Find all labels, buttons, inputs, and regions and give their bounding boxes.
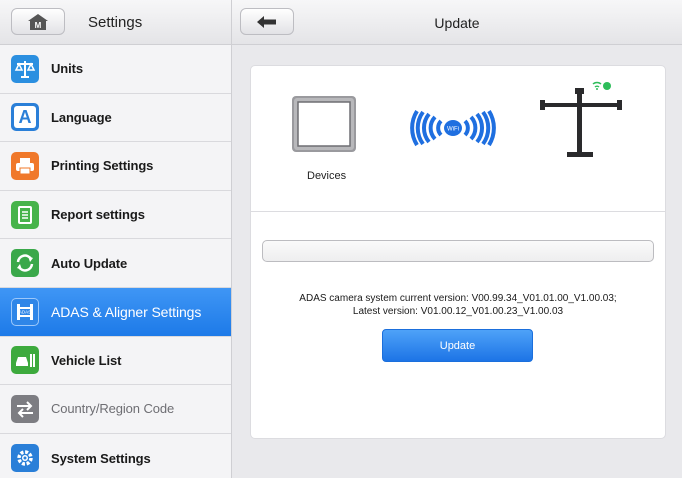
scale-icon [11, 54, 39, 83]
settings-sidebar: Units A Language Printing Settings Repor [0, 45, 232, 478]
adas-icon: ADAS [11, 297, 39, 326]
sidebar-item-auto-update[interactable]: Auto Update [0, 239, 231, 288]
tablet-device-icon [292, 96, 356, 152]
calibration-target-icon [540, 81, 622, 157]
letter-a-icon: A [11, 103, 39, 132]
sidebar-item-label: Vehicle List [51, 352, 122, 368]
sidebar-item-label: System Settings [51, 450, 151, 466]
gear-icon [11, 444, 39, 473]
update-progress-bar [262, 240, 654, 262]
divider [251, 211, 665, 212]
sidebar-item-label: Report settings [51, 207, 145, 223]
sidebar-item-label: Units [51, 61, 84, 77]
update-card: WiFi Devices ADAS camera system current … [250, 65, 666, 439]
sidebar-item-label: Country/Region Code [51, 401, 175, 417]
vehicle-list-icon [11, 346, 39, 375]
sidebar-item-language[interactable]: A Language [0, 93, 231, 143]
printer-icon [11, 151, 39, 180]
sidebar-item-printing-settings[interactable]: Printing Settings [0, 142, 231, 191]
svg-text:ADAS: ADAS [19, 309, 31, 314]
sidebar-item-report-settings[interactable]: Report settings [0, 190, 231, 240]
settings-title: Settings [88, 14, 143, 31]
svg-text:M: M [35, 21, 42, 30]
swap-arrows-icon [11, 394, 39, 423]
home-icon: M [28, 13, 48, 30]
refresh-icon [11, 249, 39, 278]
sidebar-item-label: Language [51, 109, 112, 125]
sidebar-item-label: ADAS & Aligner Settings [51, 303, 202, 320]
update-header: Update [232, 0, 682, 45]
sidebar-item-system-settings[interactable]: System Settings [0, 433, 231, 478]
devices-label: Devices [307, 170, 347, 182]
version-info: ADAS camera system current version: V00.… [251, 292, 665, 318]
sidebar-item-units[interactable]: Units [0, 45, 231, 94]
sidebar-item-adas-aligner-settings[interactable]: ADAS ADAS & Aligner Settings [0, 287, 231, 337]
current-version-text: ADAS camera system current version: V00.… [299, 293, 617, 304]
back-button[interactable] [240, 8, 294, 35]
update-button[interactable]: Update [382, 329, 533, 362]
home-button[interactable]: M [11, 8, 65, 35]
report-icon [11, 200, 39, 229]
back-arrow-icon [257, 15, 276, 28]
sidebar-item-label: Auto Update [51, 255, 128, 271]
wifi-signal-icon: WiFi [410, 109, 496, 147]
svg-text:WiFi: WiFi [447, 127, 459, 133]
sidebar-item-vehicle-list[interactable]: Vehicle List [0, 336, 231, 386]
update-title: Update [434, 14, 480, 31]
sidebar-item-country-region-code[interactable]: Country/Region Code [0, 385, 231, 434]
sidebar-item-label: Printing Settings [51, 158, 154, 174]
latest-version-text: Latest version: V01.00.12_V01.00.23_V1.0… [352, 306, 564, 317]
update-content: WiFi Devices ADAS camera system current … [232, 45, 682, 478]
settings-header: M Settings [0, 0, 232, 45]
